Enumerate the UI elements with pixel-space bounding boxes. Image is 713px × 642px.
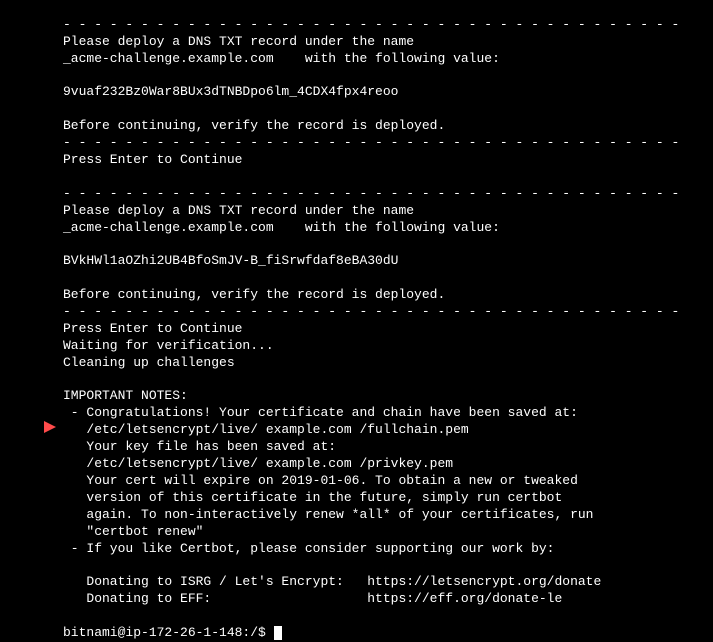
renew-command: "certbot renew" <box>63 524 203 539</box>
dns-token: BVkHWl1aOZhi2UB4BfoSmJV-B_fiSrwfdaf8eBA3… <box>63 253 398 268</box>
press-enter-prompt: Press Enter to Continue <box>63 321 242 336</box>
cursor-icon <box>274 626 282 640</box>
verify-instruction: Before continuing, verify the record is … <box>63 118 445 133</box>
cleaning-message: Cleaning up challenges <box>63 355 235 370</box>
donate-isrg: Donating to ISRG / Let's Encrypt: https:… <box>63 574 601 589</box>
deploy-instruction: Please deploy a DNS TXT record under the… <box>63 34 414 49</box>
key-file-line: Your key file has been saved at: <box>63 439 336 454</box>
waiting-message: Waiting for verification... <box>63 338 274 353</box>
shell-prompt: bitnami@ip-172-26-1-148:/$ <box>63 625 274 640</box>
renew-line: again. To non-interactively renew *all* … <box>63 507 594 522</box>
separator-line: - - - - - - - - - - - - - - - - - - - - … <box>63 304 679 319</box>
important-notes-header: IMPORTANT NOTES: <box>63 388 188 403</box>
deploy-domain: _acme-challenge.example.com with the fol… <box>63 51 500 66</box>
donate-eff: Donating to EFF: https://eff.org/donate-… <box>63 591 562 606</box>
separator-line: - - - - - - - - - - - - - - - - - - - - … <box>63 186 679 201</box>
press-enter-prompt: Press Enter to Continue <box>63 152 242 167</box>
fullchain-path: /etc/letsencrypt/live/ example.com /full… <box>63 422 469 437</box>
congrats-line: - Congratulations! Your certificate and … <box>63 405 578 420</box>
deploy-instruction: Please deploy a DNS TXT record under the… <box>63 203 414 218</box>
deploy-domain: _acme-challenge.example.com with the fol… <box>63 220 500 235</box>
terminal-output[interactable]: - - - - - - - - - - - - - - - - - - - - … <box>0 0 713 642</box>
support-line: - If you like Certbot, please consider s… <box>63 541 554 556</box>
dns-token: 9vuaf232Bz0War8BUx3dTNBDpo6lm_4CDX4fpx4r… <box>63 84 398 99</box>
expiry-line: Your cert will expire on 2019-01-06. To … <box>63 473 578 488</box>
privkey-path: /etc/letsencrypt/live/ example.com /priv… <box>63 456 453 471</box>
separator-line: - - - - - - - - - - - - - - - - - - - - … <box>63 17 679 32</box>
verify-instruction: Before continuing, verify the record is … <box>63 287 445 302</box>
renew-line: version of this certificate in the futur… <box>63 490 562 505</box>
separator-line: - - - - - - - - - - - - - - - - - - - - … <box>63 135 679 150</box>
